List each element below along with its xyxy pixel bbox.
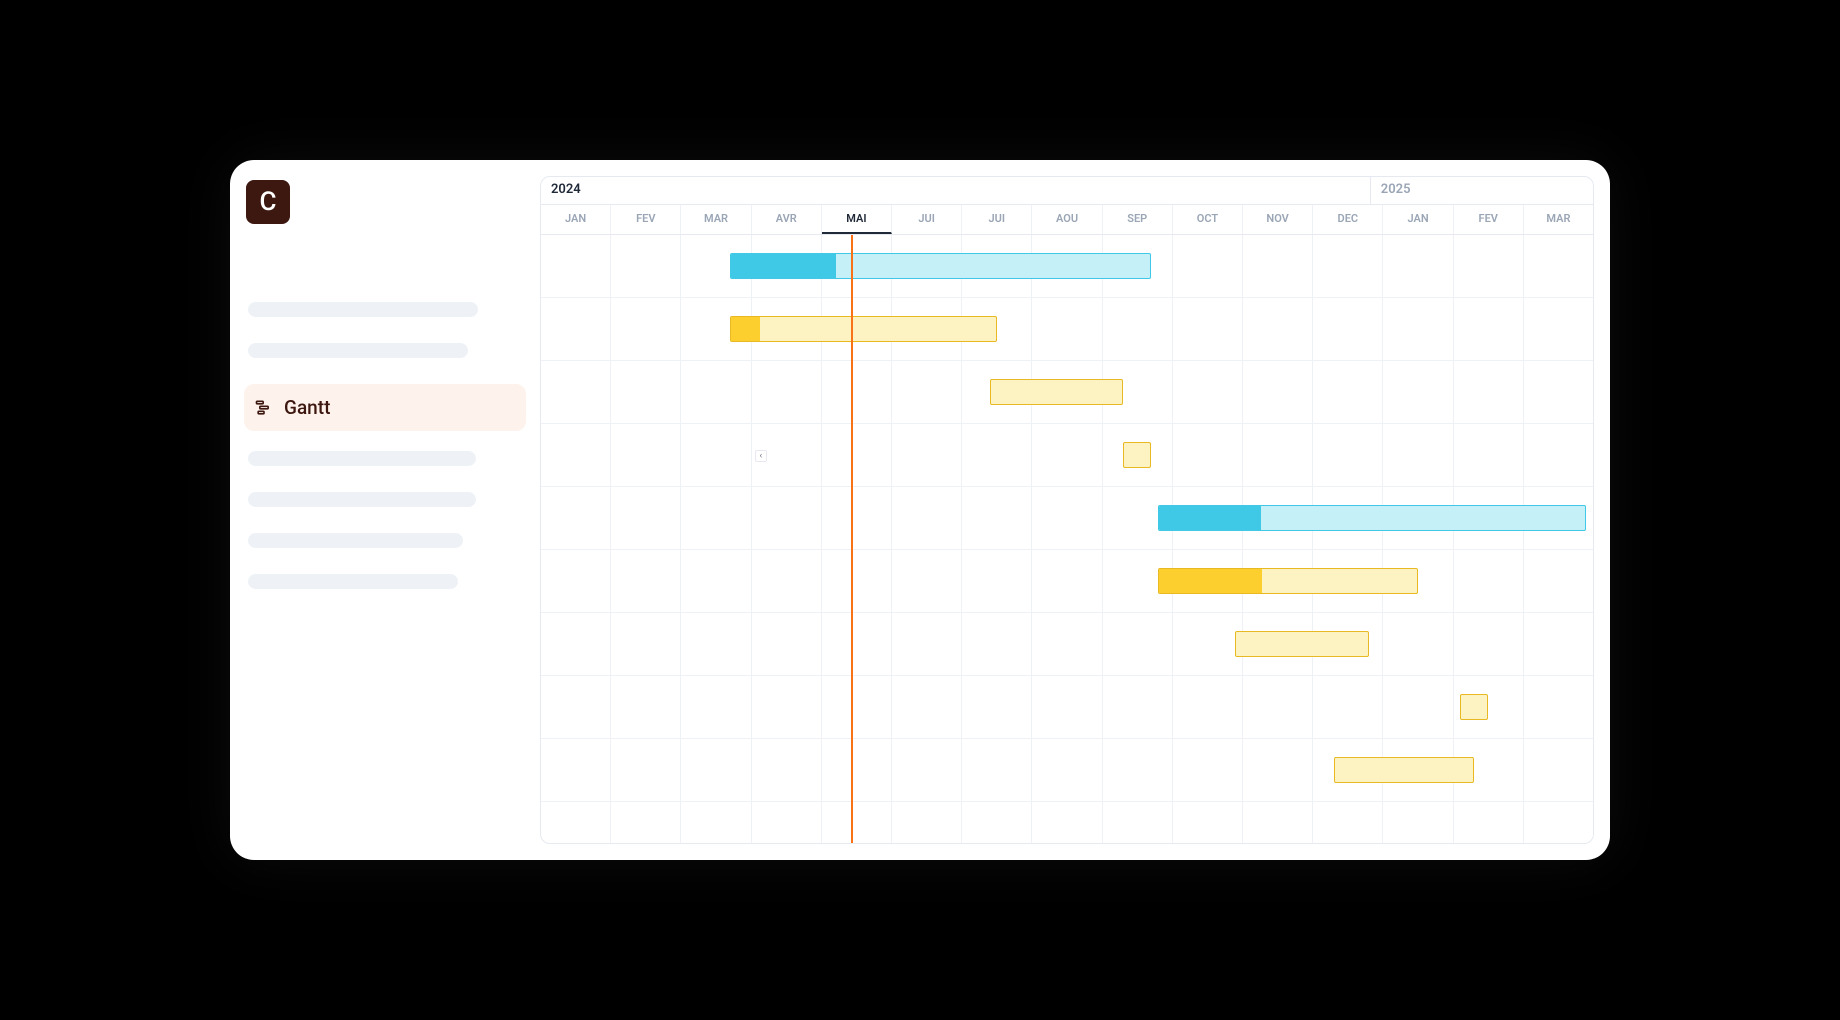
month-header-cell[interactable]: JUI xyxy=(962,205,1032,234)
month-header-row: JANFEVMARAVRMAIJUIJUIAOUSEPOCTNOVDECJANF… xyxy=(541,205,1593,235)
gantt-bar[interactable] xyxy=(1334,757,1474,783)
year-header-row: 2024 2025 xyxy=(541,177,1593,205)
gantt-bar-progress xyxy=(731,317,760,341)
today-indicator xyxy=(851,235,853,843)
year-label: 2024 xyxy=(541,177,1371,204)
gantt-bar[interactable] xyxy=(1158,505,1586,531)
gantt-row xyxy=(541,550,1593,613)
month-header-cell[interactable]: SEP xyxy=(1103,205,1173,234)
month-header-cell[interactable]: DEC xyxy=(1313,205,1383,234)
gantt-chart: 2024 2025 JANFEVMARAVRMAIJUIJUIAOUSEPOCT… xyxy=(540,176,1594,844)
nav-item-placeholder[interactable] xyxy=(248,302,478,317)
gantt-row xyxy=(541,487,1593,550)
month-header-cell[interactable]: FEV xyxy=(1454,205,1524,234)
month-header-cell[interactable]: MAR xyxy=(681,205,751,234)
month-header-cell[interactable]: FEV xyxy=(611,205,681,234)
month-header-cell[interactable]: AOU xyxy=(1032,205,1102,234)
app-window: C Gantt 2024 2025 JANFEVMARAVRMAIJUIJUIA… xyxy=(230,160,1610,860)
gantt-bar-progress xyxy=(1159,506,1261,530)
logo-letter: C xyxy=(260,187,277,217)
gantt-row: ‹ xyxy=(541,424,1593,487)
gantt-row xyxy=(541,298,1593,361)
gantt-bar-progress xyxy=(1159,569,1262,593)
gantt-bar[interactable] xyxy=(730,253,1151,279)
gantt-bar[interactable] xyxy=(990,379,1123,405)
app-logo[interactable]: C xyxy=(246,180,290,224)
gantt-bar-progress xyxy=(731,254,836,278)
gantt-bar[interactable] xyxy=(730,316,997,342)
main-panel: 2024 2025 JANFEVMARAVRMAIJUIJUIAOUSEPOCT… xyxy=(540,160,1610,860)
collapse-handle-icon[interactable]: ‹ xyxy=(755,450,767,462)
month-header-cell[interactable]: JUI xyxy=(892,205,962,234)
month-header-cell[interactable]: MAI xyxy=(822,205,892,234)
nav-item-placeholder[interactable] xyxy=(248,343,468,358)
gantt-grid[interactable]: ‹ xyxy=(541,235,1593,843)
nav-item-placeholder[interactable] xyxy=(248,451,476,466)
gantt-row xyxy=(541,739,1593,802)
gantt-row xyxy=(541,613,1593,676)
month-header-cell[interactable]: AVR xyxy=(752,205,822,234)
gantt-bar[interactable] xyxy=(1123,442,1151,468)
nav-item-placeholder[interactable] xyxy=(248,533,463,548)
gantt-bar[interactable] xyxy=(1235,631,1368,657)
gantt-row xyxy=(541,235,1593,298)
nav-item-placeholder[interactable] xyxy=(248,574,458,589)
gantt-icon xyxy=(254,398,274,418)
gantt-bar[interactable] xyxy=(1158,568,1417,594)
year-label: 2025 xyxy=(1371,177,1593,204)
grid-rows: ‹ xyxy=(541,235,1593,843)
month-header-cell[interactable]: JAN xyxy=(1383,205,1453,234)
nav-item-label: Gantt xyxy=(284,396,330,419)
nav-item-placeholder[interactable] xyxy=(248,492,476,507)
month-header-cell[interactable]: OCT xyxy=(1173,205,1243,234)
month-header-cell[interactable]: JAN xyxy=(541,205,611,234)
gantt-row xyxy=(541,676,1593,739)
sidebar: C Gantt xyxy=(230,160,540,860)
month-header-cell[interactable]: NOV xyxy=(1243,205,1313,234)
gantt-bar[interactable] xyxy=(1460,694,1488,720)
month-header-cell[interactable]: MAR xyxy=(1524,205,1593,234)
nav-item-gantt[interactable]: Gantt xyxy=(244,384,526,431)
gantt-row xyxy=(541,361,1593,424)
